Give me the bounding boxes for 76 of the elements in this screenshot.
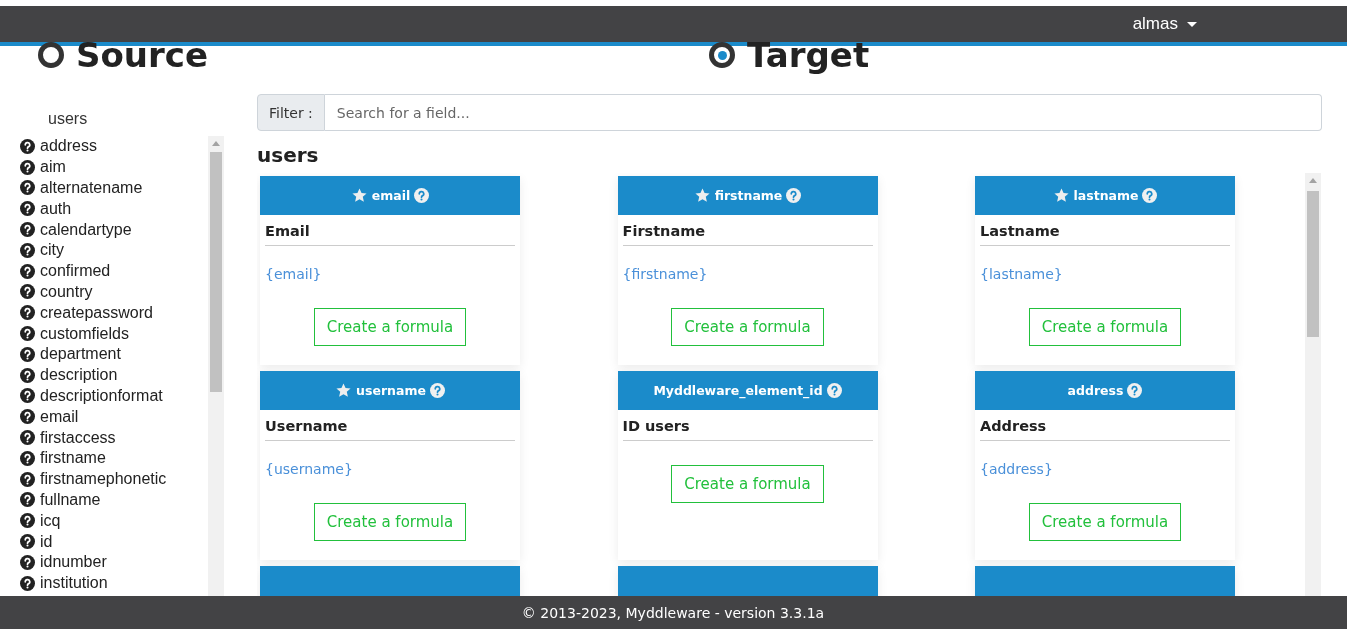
help-icon[interactable] bbox=[20, 346, 35, 362]
star-icon bbox=[335, 382, 353, 399]
source-field[interactable]: customfields bbox=[40, 324, 129, 343]
module-title: users bbox=[257, 143, 320, 167]
help-icon[interactable] bbox=[20, 409, 35, 425]
source-field[interactable]: email bbox=[40, 407, 79, 426]
field-label: Username bbox=[265, 418, 515, 441]
help-icon[interactable] bbox=[20, 284, 35, 300]
field-label: ID users bbox=[622, 418, 873, 441]
field-name: username bbox=[356, 383, 426, 398]
field-label: Firstname bbox=[622, 223, 873, 246]
radio-button[interactable] bbox=[38, 42, 64, 68]
help-icon[interactable] bbox=[20, 471, 35, 487]
field-value: {email} bbox=[265, 266, 322, 282]
help-icon[interactable] bbox=[20, 222, 35, 238]
field-name: firstname bbox=[714, 188, 783, 203]
user-menu[interactable]: almas bbox=[1132, 14, 1197, 34]
field-value: {username} bbox=[265, 461, 353, 477]
source-field[interactable]: confirmed bbox=[40, 262, 111, 281]
help-icon[interactable] bbox=[20, 450, 35, 466]
source-field[interactable]: firstname bbox=[40, 449, 106, 468]
help-icon[interactable] bbox=[20, 180, 35, 196]
source-field[interactable]: idnumber bbox=[40, 553, 107, 572]
source-field[interactable]: address bbox=[40, 137, 97, 156]
source-field[interactable]: firstaccess bbox=[40, 428, 116, 447]
help-icon[interactable] bbox=[20, 138, 35, 154]
field-label: Address bbox=[980, 418, 1230, 441]
help-icon[interactable] bbox=[20, 242, 35, 258]
field-value: {lastname} bbox=[980, 266, 1063, 282]
field-value: {address} bbox=[980, 461, 1053, 477]
help-icon[interactable] bbox=[20, 305, 35, 321]
help-icon[interactable] bbox=[20, 367, 35, 383]
star-icon bbox=[350, 187, 368, 204]
help-icon[interactable] bbox=[20, 554, 35, 570]
field-name: email bbox=[371, 188, 411, 203]
help-icon[interactable] bbox=[20, 534, 35, 550]
help-icon[interactable] bbox=[20, 575, 35, 591]
source-field[interactable]: auth bbox=[40, 199, 72, 218]
star-icon bbox=[693, 187, 711, 204]
field-label: Lastname bbox=[980, 223, 1230, 246]
source-field[interactable]: fullname bbox=[40, 490, 101, 509]
field-label: Email bbox=[265, 223, 515, 246]
source-field[interactable]: alternatename bbox=[40, 179, 143, 197]
source-field[interactable]: institution bbox=[40, 574, 108, 593]
help-icon[interactable] bbox=[20, 430, 35, 446]
source-field[interactable]: firstnamephonetic bbox=[40, 470, 167, 489]
help-icon[interactable] bbox=[20, 263, 35, 279]
source-field[interactable]: department bbox=[40, 345, 121, 364]
source-field[interactable]: id bbox=[40, 532, 53, 551]
help-icon[interactable] bbox=[20, 513, 35, 529]
radio-button[interactable] bbox=[709, 42, 735, 68]
field-name: Myddleware_element_id bbox=[653, 383, 823, 398]
help-icon[interactable] bbox=[20, 388, 35, 404]
scrollbar[interactable] bbox=[1305, 173, 1321, 596]
help-icon[interactable] bbox=[20, 492, 35, 508]
source-field[interactable]: country bbox=[40, 282, 93, 301]
filter-label: Filter : bbox=[257, 94, 325, 131]
footer-text: © 2013-2023, Myddleware - version 3.3.1a bbox=[0, 596, 1347, 629]
source-field[interactable]: calendartype bbox=[40, 220, 132, 239]
field-value: {firstname} bbox=[622, 266, 708, 282]
source-field[interactable]: description bbox=[40, 366, 118, 385]
field-name: address bbox=[1067, 383, 1124, 398]
source-field[interactable]: city bbox=[40, 241, 64, 260]
source-field[interactable]: aim bbox=[40, 158, 66, 177]
scrollbar[interactable] bbox=[208, 136, 224, 596]
star-icon bbox=[1052, 187, 1070, 204]
module-name: users bbox=[48, 110, 89, 128]
help-icon[interactable] bbox=[20, 326, 35, 342]
mode-label: Source bbox=[76, 40, 209, 70]
help-icon[interactable] bbox=[20, 201, 35, 217]
source-field[interactable]: createpassword bbox=[40, 303, 153, 322]
field-name: lastname bbox=[1073, 188, 1139, 203]
source-field[interactable]: descriptionformat bbox=[40, 386, 163, 405]
help-icon[interactable] bbox=[20, 159, 35, 175]
source-field[interactable]: icq bbox=[40, 511, 61, 530]
search-field[interactable]: Search for a field... bbox=[324, 94, 1322, 131]
